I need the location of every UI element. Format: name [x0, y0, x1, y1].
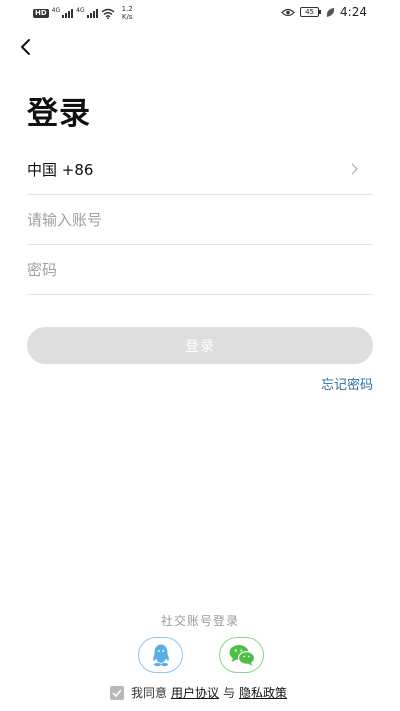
- wechat-login-button[interactable]: [219, 637, 264, 673]
- account-field-row: [27, 195, 373, 245]
- agreement-connector: 与: [223, 686, 236, 700]
- network-speed: 1.2 K/s: [122, 5, 133, 21]
- network-type-label-2: 4G: [76, 7, 85, 14]
- status-bar-left: HD 4G 4G 1.2 K/s: [33, 5, 133, 21]
- signal-icon-2: 4G: [76, 7, 98, 18]
- agreement-checkbox[interactable]: [110, 685, 124, 700]
- password-field-row: [27, 245, 373, 295]
- privacy-policy-link[interactable]: 隐私政策: [239, 684, 287, 701]
- agreement-prefix: 我同意: [131, 686, 168, 700]
- check-icon: [112, 688, 122, 697]
- chevron-left-icon: [21, 39, 30, 55]
- forgot-password-link[interactable]: 忘记密码: [321, 374, 373, 393]
- social-login-title: 社交账号登录: [160, 614, 239, 628]
- battery-icon: 45: [300, 7, 322, 17]
- status-time: 4:24: [340, 5, 367, 19]
- user-agreement-link[interactable]: 用户协议: [171, 684, 219, 701]
- battery-level: 45: [300, 7, 320, 17]
- login-button[interactable]: 登录: [27, 327, 373, 364]
- agreement-row: 我同意 用户协议 与 隐私政策: [110, 684, 287, 701]
- back-button[interactable]: [12, 34, 38, 60]
- speed-unit: K/s: [121, 13, 133, 21]
- eye-icon: [281, 8, 295, 16]
- status-bar: HD 4G 4G 1.2 K/s 45 4:24: [0, 0, 400, 26]
- wifi-icon: [101, 8, 115, 19]
- page-title: 登录: [27, 96, 91, 132]
- network-type-label: 4G: [51, 7, 61, 14]
- leaf-icon: [326, 7, 335, 17]
- chevron-right-icon: [351, 163, 358, 175]
- qq-login-button[interactable]: [138, 637, 183, 673]
- account-input[interactable]: [27, 210, 373, 229]
- country-code-label: 中国 +86: [27, 161, 94, 179]
- signal-icon: 4G: [51, 7, 74, 18]
- speed-value: 1.2: [121, 5, 133, 13]
- qq-icon: [152, 644, 169, 667]
- status-bar-right: 45 4:24: [281, 5, 367, 19]
- password-input[interactable]: [27, 260, 373, 279]
- wechat-icon: [229, 645, 255, 666]
- country-code-selector[interactable]: 中国 +86: [27, 145, 373, 195]
- hd-icon: HD: [33, 8, 49, 18]
